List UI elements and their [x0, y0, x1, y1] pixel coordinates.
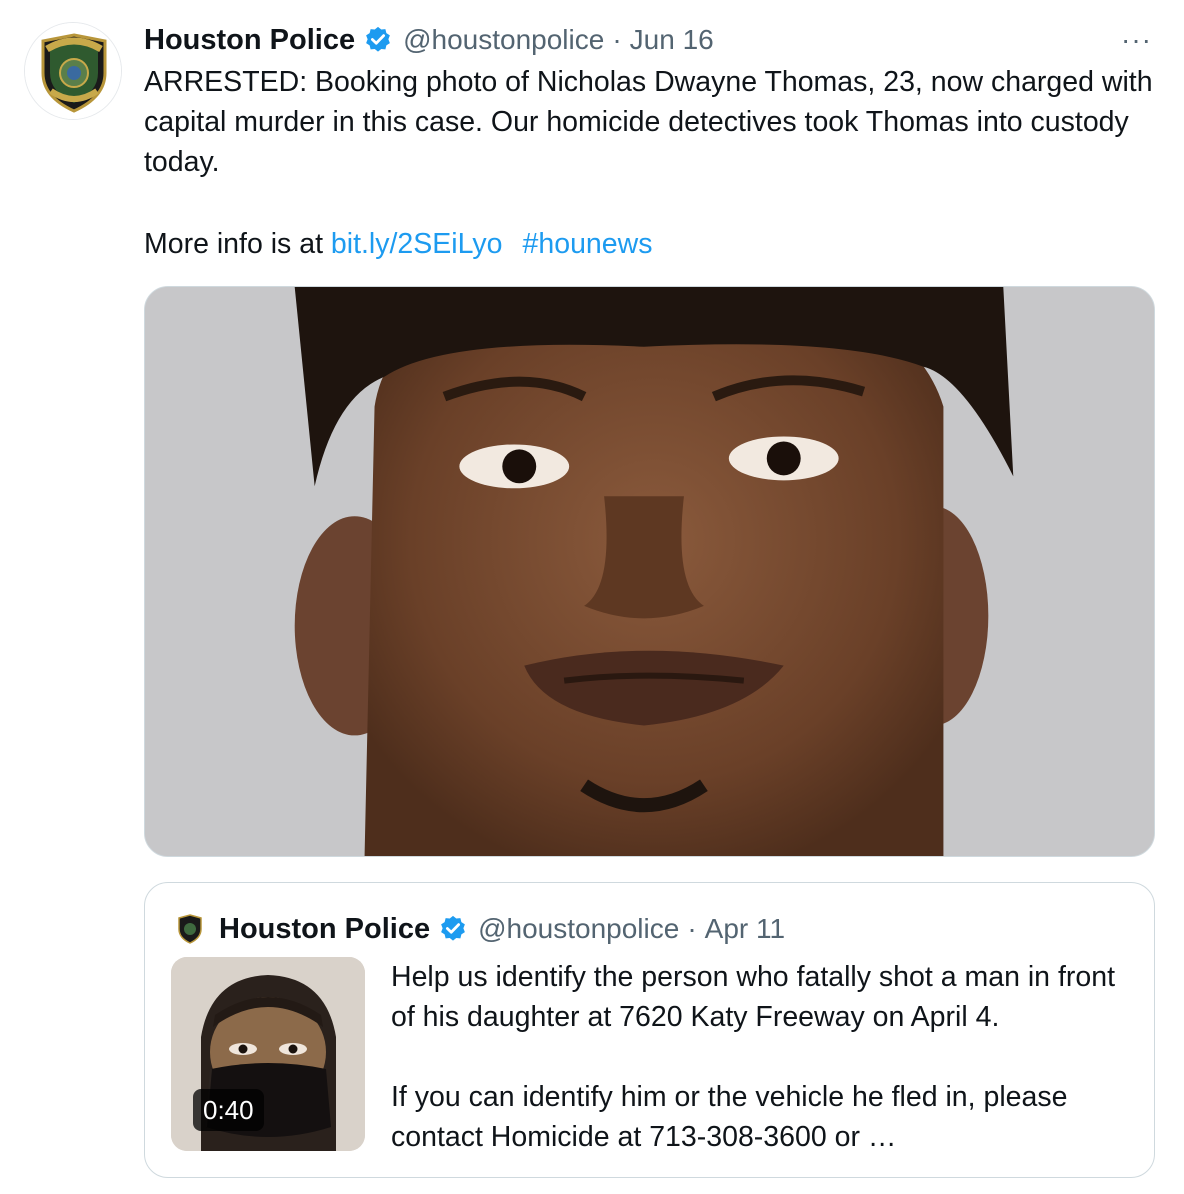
handle[interactable]: @houstonpolice — [403, 24, 604, 56]
more-options-icon[interactable]: ··· — [1121, 20, 1152, 60]
quoted-display-name[interactable]: Houston Police — [219, 913, 430, 946]
verified-badge-icon — [366, 26, 390, 52]
separator-dot: · — [612, 24, 622, 55]
booking-photo-image — [145, 287, 1154, 856]
booking-photo[interactable] — [144, 286, 1155, 857]
separator-dot: · — [687, 913, 697, 944]
video-duration-badge: 0:40 — [193, 1089, 264, 1131]
quoted-tweet-date[interactable]: Apr 11 — [705, 913, 785, 945]
quoted-avatar[interactable] — [173, 912, 207, 946]
quoted-handle[interactable]: @houstonpolice — [478, 913, 679, 945]
houston-police-badge-icon — [173, 912, 207, 946]
avatar[interactable] — [24, 22, 122, 120]
quoted-tweet-header: Houston Police @houstonpolice · Apr 11 — [173, 909, 785, 949]
tweet-date[interactable]: Jun 16 — [630, 24, 714, 56]
tweet-header: Houston Police @houstonpolice · Jun 16 — [144, 20, 714, 60]
quoted-tweet-text: Help us identify the person who fatally … — [391, 961, 1115, 1153]
hashtag-link[interactable]: #hounews — [523, 228, 653, 260]
video-thumbnail[interactable]: 0:40 — [171, 957, 365, 1151]
tweet-text: ARRESTED: Booking photo of Nicholas Dway… — [144, 66, 1153, 178]
more-info-prefix: More info is at — [144, 228, 331, 260]
quoted-tweet-card[interactable]: Houston Police @houstonpolice · Apr 11 0… — [144, 882, 1155, 1178]
tweet-link[interactable]: bit.ly/2SEiLyo — [331, 228, 503, 260]
verified-badge-icon — [441, 915, 465, 941]
houston-police-badge-icon — [25, 23, 121, 119]
more-info-line: More info is at bit.ly/2SEiLyo #hounews — [144, 224, 652, 264]
display-name[interactable]: Houston Police — [144, 24, 355, 57]
